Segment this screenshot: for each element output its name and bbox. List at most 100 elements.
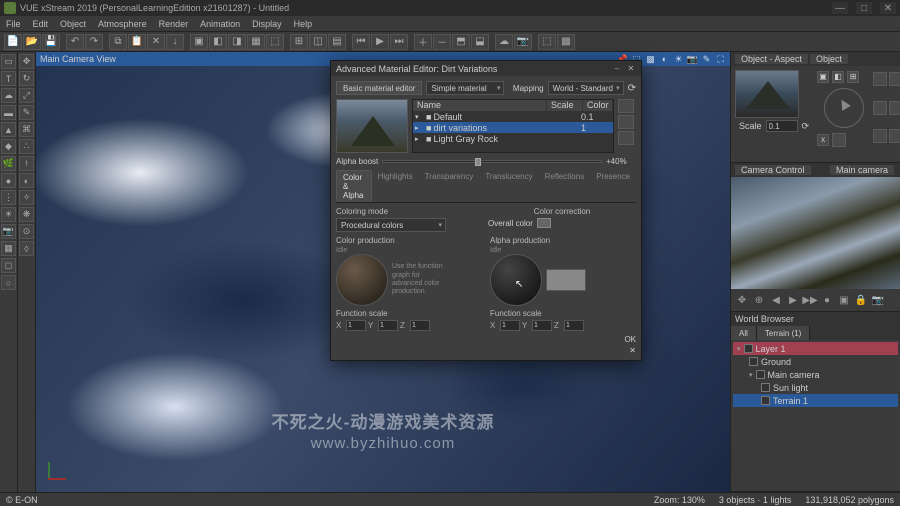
aspect-btn-2[interactable]: ◧ — [832, 71, 844, 83]
link-button[interactable]: ⬒ — [452, 34, 470, 50]
terrain-tool[interactable]: ▲ — [1, 122, 16, 137]
tab-main-camera[interactable]: Main camera — [830, 165, 894, 175]
mat-slot-5[interactable] — [873, 129, 887, 143]
cam-rec-icon[interactable]: ● — [820, 293, 834, 307]
prev-frame-button[interactable]: ⏮ — [352, 34, 370, 50]
rock-tool[interactable]: ◆ — [1, 139, 16, 154]
tool-b-button[interactable]: ◨ — [228, 34, 246, 50]
tab-object-aspect[interactable]: Object - Aspect — [735, 54, 808, 64]
add-button[interactable]: ＋ — [414, 34, 432, 50]
material-type-select[interactable]: Simple material — [426, 81, 504, 95]
save-button[interactable]: 💾 — [42, 34, 60, 50]
tab-color-alpha[interactable]: Color & Alpha — [336, 170, 372, 202]
menu-object[interactable]: Object — [60, 19, 86, 29]
dialog-ok-button[interactable]: OK — [624, 335, 636, 344]
dialog-close-icon[interactable]: ✕ — [626, 64, 636, 74]
layout-button[interactable]: ▤ — [328, 34, 346, 50]
alpha-scale-z[interactable] — [564, 320, 584, 331]
light-tool[interactable]: ☀ — [1, 207, 16, 222]
misc-d-tool[interactable]: ⊙ — [19, 224, 34, 239]
copy-button[interactable]: ⧉ — [109, 34, 127, 50]
aspect-x-icon[interactable]: x — [817, 134, 829, 146]
rotate-tool[interactable]: ↻ — [19, 71, 34, 86]
play-button[interactable]: ▶ — [371, 34, 389, 50]
drop-button[interactable]: ↓ — [166, 34, 184, 50]
cam-lock-icon[interactable]: 🔒 — [854, 293, 868, 307]
cam-orbit-icon[interactable]: ⊕ — [752, 293, 766, 307]
reload-icon[interactable]: ⟳ — [628, 83, 636, 94]
tab-presence[interactable]: Presence — [590, 170, 636, 202]
water-tool[interactable]: ▬ — [1, 105, 16, 120]
misc-b-tool[interactable]: ✧ — [19, 190, 34, 205]
color-sphere[interactable] — [336, 254, 388, 306]
layer-default[interactable]: ▾■Default0.1 — [413, 111, 613, 122]
unlink-button[interactable]: ⬓ — [471, 34, 489, 50]
color-scale-z[interactable] — [410, 320, 430, 331]
cam-pan-icon[interactable]: ✥ — [735, 293, 749, 307]
aspect-swatch[interactable] — [832, 133, 846, 147]
select-tool[interactable]: ▭ — [1, 54, 16, 69]
world-tab-terrain[interactable]: Terrain (1) — [757, 326, 810, 340]
sphere-tool[interactable]: ○ — [1, 275, 16, 290]
alpha-boost-slider[interactable] — [382, 160, 602, 163]
scale-tool[interactable]: ⤢ — [19, 88, 34, 103]
scale-input[interactable] — [766, 120, 798, 132]
layer-add-button[interactable] — [618, 99, 634, 113]
cam-next-icon[interactable]: ▶▶ — [803, 293, 817, 307]
mat-slot-6[interactable] — [889, 129, 900, 143]
frame-button[interactable]: ▣ — [190, 34, 208, 50]
menu-file[interactable]: File — [6, 19, 21, 29]
render-button[interactable]: 📷 — [514, 34, 532, 50]
cam-prev-icon[interactable]: ◀ — [769, 293, 783, 307]
tab-transparency[interactable]: Transparency — [419, 170, 480, 202]
mat-slot-1[interactable] — [873, 72, 887, 86]
dialog-titlebar[interactable]: Advanced Material Editor: Dirt Variation… — [331, 61, 641, 76]
measure-tool[interactable]: ⟊ — [19, 156, 34, 171]
mapping-select[interactable]: World - Standard — [548, 81, 624, 95]
link-tool[interactable]: ⌘ — [19, 122, 34, 137]
tab-camera-control[interactable]: Camera Control — [735, 165, 811, 175]
camera-tool[interactable]: 📷 — [1, 224, 16, 239]
cloud-tool[interactable]: ☁ — [1, 88, 16, 103]
menu-animation[interactable]: Animation — [200, 19, 240, 29]
vp-light-icon[interactable]: ☀ — [673, 54, 684, 65]
atmosphere-button[interactable]: ☁ — [495, 34, 513, 50]
shaded-button[interactable]: ▩ — [557, 34, 575, 50]
ecosystem-tool[interactable]: ⋮ — [1, 190, 16, 205]
maximize-button[interactable]: □ — [856, 2, 872, 14]
scale-sync-icon[interactable]: ⟳ — [802, 121, 810, 132]
dialog-material-preview[interactable] — [336, 99, 408, 153]
mat-slot-4[interactable] — [889, 101, 900, 115]
camera-preview[interactable] — [731, 177, 900, 289]
mat-slot-3[interactable] — [873, 101, 887, 115]
delete-button[interactable]: ✕ — [147, 34, 165, 50]
layer-up-button[interactable] — [618, 131, 634, 145]
tree-ground[interactable]: Ground — [733, 355, 898, 368]
aspect-btn-1[interactable]: ▣ — [817, 71, 829, 83]
paint-tool[interactable]: ✎ — [19, 105, 34, 120]
open-button[interactable]: 📂 — [23, 34, 41, 50]
tree-sun-light[interactable]: Sun light — [733, 381, 898, 394]
alpha-scale-x[interactable] — [500, 320, 520, 331]
undo-button[interactable]: ↶ — [66, 34, 84, 50]
alpha-scale-y[interactable] — [532, 320, 552, 331]
mat-slot-2[interactable] — [889, 72, 900, 86]
dialog-min-icon[interactable]: – — [612, 64, 622, 74]
vent-tool[interactable]: ▦ — [1, 241, 16, 256]
redo-button[interactable]: ↷ — [85, 34, 103, 50]
menu-edit[interactable]: Edit — [33, 19, 49, 29]
layer-dirt-variations[interactable]: ▸■dirt variations1 — [413, 122, 613, 133]
tool-d-button[interactable]: ⬚ — [266, 34, 284, 50]
layer-del-button[interactable] — [618, 115, 634, 129]
vp-cam-icon[interactable]: 📷 — [687, 54, 698, 65]
grid-button[interactable]: ⊞ — [290, 34, 308, 50]
text-tool[interactable]: T — [1, 71, 16, 86]
aspect-btn-3[interactable]: ⊞ — [847, 71, 859, 83]
tab-reflections[interactable]: Reflections — [539, 170, 591, 202]
tree-layer1[interactable]: ▾Layer 1 — [733, 342, 898, 355]
overall-color-swatch[interactable] — [537, 218, 551, 228]
orientation-gizmo[interactable] — [821, 85, 867, 131]
vp-max-icon[interactable]: ⛶ — [715, 54, 726, 65]
tree-main-camera[interactable]: ▾Main camera — [733, 368, 898, 381]
tool-c-button[interactable]: ▦ — [247, 34, 265, 50]
